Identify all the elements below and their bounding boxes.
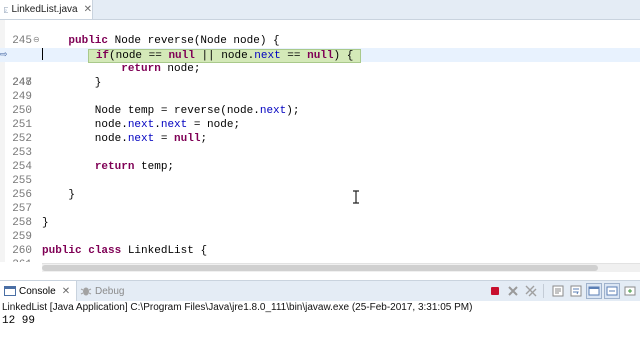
- open-console-button[interactable]: [622, 283, 638, 299]
- word-wrap-icon: [570, 285, 582, 297]
- code-text: Node temp = reverse(node.next);: [42, 105, 300, 117]
- terminate-button[interactable]: [487, 283, 503, 299]
- fold-marker-icon[interactable]: ⊖: [33, 37, 40, 45]
- code-text: if(node == null || node.next == null) {: [42, 48, 361, 63]
- terminate-icon: [491, 287, 499, 295]
- code-text: }: [42, 217, 49, 229]
- open-console-icon: [624, 286, 636, 296]
- launch-info: LinkedList [Java Application] C:\Program…: [0, 301, 640, 315]
- console-toolbar: [485, 283, 638, 299]
- tab-label: Debug: [95, 285, 125, 297]
- code-line: 256: [0, 174, 640, 201]
- java-file-icon: J: [4, 6, 9, 13]
- line-number: 261: [8, 258, 32, 262]
- code-line: 258: [0, 202, 640, 229]
- code-line: 250: [0, 90, 640, 117]
- horizontal-scrollbar[interactable]: [42, 263, 640, 272]
- console-output[interactable]: 12 99: [2, 314, 35, 328]
- display-console-button[interactable]: [604, 283, 620, 299]
- code-line: 257 }: [0, 188, 640, 215]
- code-line-current: ⇨ 247 if(node == null || node.next == nu…: [0, 48, 640, 89]
- code-text: node.next.next = node;: [42, 119, 241, 131]
- console-icon: [4, 286, 16, 296]
- pin-console-button[interactable]: [586, 283, 602, 299]
- tab-debug[interactable]: Debug: [76, 281, 136, 301]
- debug-icon: [80, 287, 92, 296]
- instruction-pointer-icon: ⇨: [0, 50, 8, 60]
- code-text: }: [42, 189, 76, 201]
- close-icon[interactable]: ✕: [62, 286, 70, 297]
- code-line: 253 node.next = null;: [0, 132, 640, 159]
- code-line: 245: [0, 20, 640, 47]
- scroll-lock-button[interactable]: [550, 283, 566, 299]
- scroll-lock-icon: [552, 285, 564, 297]
- text-cursor-icon: [353, 190, 359, 204]
- code-line: 251 Node temp = reverse(node.next);: [0, 104, 640, 131]
- code-line: 252 node.next.next = node;: [0, 118, 640, 145]
- code-text: return temp;: [94, 161, 175, 173]
- code-line: 254: [0, 146, 640, 173]
- toolbar-separator: [543, 284, 544, 298]
- remove-all-button[interactable]: [523, 283, 539, 299]
- editor-tab-label: LinkedList.java: [11, 4, 78, 15]
- code-line: 246 ⊖ public Node reverse(Node node) {: [0, 34, 640, 61]
- code-text: return node;: [121, 63, 201, 75]
- code-text: public class LinkedList {: [42, 245, 208, 257]
- editor-tab-bar: J LinkedList.java ✕: [0, 0, 640, 20]
- tab-console[interactable]: Console ✕: [0, 281, 77, 301]
- code-line: 260: [0, 230, 640, 257]
- editor-tab-linkedlist[interactable]: J LinkedList.java ✕: [0, 0, 93, 19]
- remove-launch-icon: [508, 286, 518, 296]
- display-console-icon: [606, 286, 618, 296]
- word-wrap-button[interactable]: [568, 283, 584, 299]
- code-line: 248 return node;: [0, 62, 640, 89]
- code-editor[interactable]: 245 246 ⊖ public Node reverse(Node node)…: [0, 20, 640, 262]
- scrollbar-thumb[interactable]: [42, 265, 598, 271]
- code-line: 249 }: [0, 76, 640, 103]
- remove-all-icon: [525, 285, 537, 297]
- pin-console-icon: [588, 286, 600, 296]
- code-line: 261 public class LinkedList {: [0, 244, 640, 262]
- console-tab-bar: Console ✕ Debug: [0, 280, 640, 302]
- code-text: }: [42, 77, 102, 89]
- code-text: node.next = null;: [42, 133, 208, 145]
- code-text: public Node reverse(Node node) {: [68, 35, 280, 47]
- close-icon[interactable]: ✕: [84, 4, 92, 15]
- tab-label: Console: [19, 285, 56, 297]
- code-line: 259 }: [0, 216, 640, 243]
- remove-launch-button[interactable]: [505, 283, 521, 299]
- code-line: 255 return temp;: [0, 160, 640, 187]
